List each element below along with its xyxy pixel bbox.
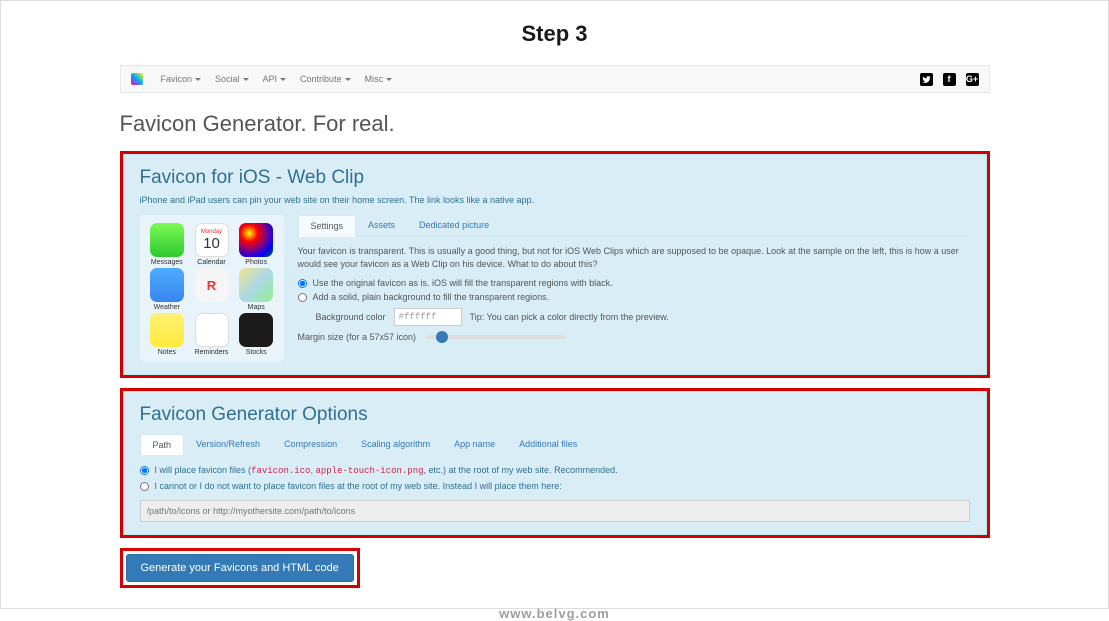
chevron-down-icon <box>195 78 201 81</box>
logo-icon[interactable] <box>131 73 143 85</box>
navbar: Favicon Social API Contribute Misc f G+ <box>120 65 990 93</box>
tab-appname[interactable]: App name <box>442 434 507 455</box>
generate-button[interactable]: Generate your Favicons and HTML code <box>126 554 354 582</box>
radio-root[interactable] <box>140 466 149 475</box>
stocks-label: Stocks <box>235 349 278 356</box>
radio-custom-path-label: I cannot or I do not want to place favic… <box>155 481 562 491</box>
bg-color-input[interactable] <box>394 308 462 326</box>
calendar-label: Calendar <box>190 259 233 266</box>
nav-favicon[interactable]: Favicon <box>161 74 202 84</box>
ios-subheading: iPhone and iPad users can pin your web s… <box>140 195 970 205</box>
step-title: Step 3 <box>521 21 587 47</box>
notes-app-icon <box>150 313 184 347</box>
page-title: Favicon Generator. For real. <box>120 111 990 137</box>
messages-label: Messages <box>146 259 189 266</box>
ios-description: Your favicon is transparent. This is usu… <box>298 245 970 270</box>
maps-app-icon <box>239 268 273 302</box>
photos-app-icon <box>239 223 273 257</box>
chevron-down-icon <box>345 78 351 81</box>
weather-label: Weather <box>146 304 189 311</box>
footer-brand: www.belvg.com <box>499 606 610 621</box>
chevron-down-icon <box>280 78 286 81</box>
ios-preview-grid: Messages Monday10 Calendar Photos Weather… <box>140 215 284 362</box>
generate-highlight: Generate your Favicons and HTML code <box>120 548 360 588</box>
googleplus-icon[interactable]: G+ <box>966 73 979 86</box>
nav-social[interactable]: Social <box>215 74 249 84</box>
options-panel-highlight: Favicon Generator Options Path Version/R… <box>120 388 990 538</box>
reminders-app-icon <box>195 313 229 347</box>
tab-version[interactable]: Version/Refresh <box>184 434 272 455</box>
tab-settings[interactable]: Settings <box>298 215 357 237</box>
radio-root-label: I will place favicon files (favicon.ico,… <box>155 465 618 476</box>
slider-thumb[interactable] <box>436 331 448 343</box>
bg-color-tip: Tip: You can pick a color directly from … <box>470 312 669 322</box>
radio-solid-bg-label: Add a solid, plain background to fill th… <box>313 292 550 302</box>
nav-contribute[interactable]: Contribute <box>300 74 351 84</box>
notes-label: Notes <box>146 349 189 356</box>
weather-app-icon <box>150 268 184 302</box>
options-heading: Favicon Generator Options <box>140 404 970 426</box>
nav-misc[interactable]: Misc <box>365 74 393 84</box>
sample-app-icon: R <box>195 268 229 302</box>
twitter-icon[interactable] <box>920 73 933 86</box>
tab-additional[interactable]: Additional files <box>507 434 589 455</box>
ios-panel-highlight: Favicon for iOS - Web Clip iPhone and iP… <box>120 151 990 378</box>
photos-label: Photos <box>235 259 278 266</box>
chevron-down-icon <box>243 78 249 81</box>
margin-label: Margin size (for a 57x57 icon) <box>298 332 417 342</box>
maps-label: Maps <box>235 304 278 311</box>
radio-solid-bg[interactable] <box>298 293 307 302</box>
margin-slider[interactable] <box>426 335 566 339</box>
tab-scaling[interactable]: Scaling algorithm <box>349 434 442 455</box>
bg-color-label: Background color <box>316 312 386 322</box>
facebook-icon[interactable]: f <box>943 73 956 86</box>
tab-path[interactable]: Path <box>140 434 185 455</box>
tab-dedicated[interactable]: Dedicated picture <box>407 215 501 236</box>
ios-tabs: Settings Assets Dedicated picture <box>298 215 970 237</box>
tab-compression[interactable]: Compression <box>272 434 349 455</box>
reminders-label: Reminders <box>190 349 233 356</box>
radio-custom-path[interactable] <box>140 482 149 491</box>
tab-assets[interactable]: Assets <box>356 215 407 236</box>
path-input[interactable] <box>140 500 970 522</box>
radio-original-label: Use the original favicon as is. iOS will… <box>313 278 613 288</box>
nav-api[interactable]: API <box>263 74 287 84</box>
chevron-down-icon <box>386 78 392 81</box>
options-tabs: Path Version/Refresh Compression Scaling… <box>140 434 970 455</box>
stocks-app-icon <box>239 313 273 347</box>
calendar-app-icon: Monday10 <box>195 223 229 257</box>
messages-app-icon <box>150 223 184 257</box>
radio-original[interactable] <box>298 279 307 288</box>
ios-heading: Favicon for iOS - Web Clip <box>140 167 970 189</box>
